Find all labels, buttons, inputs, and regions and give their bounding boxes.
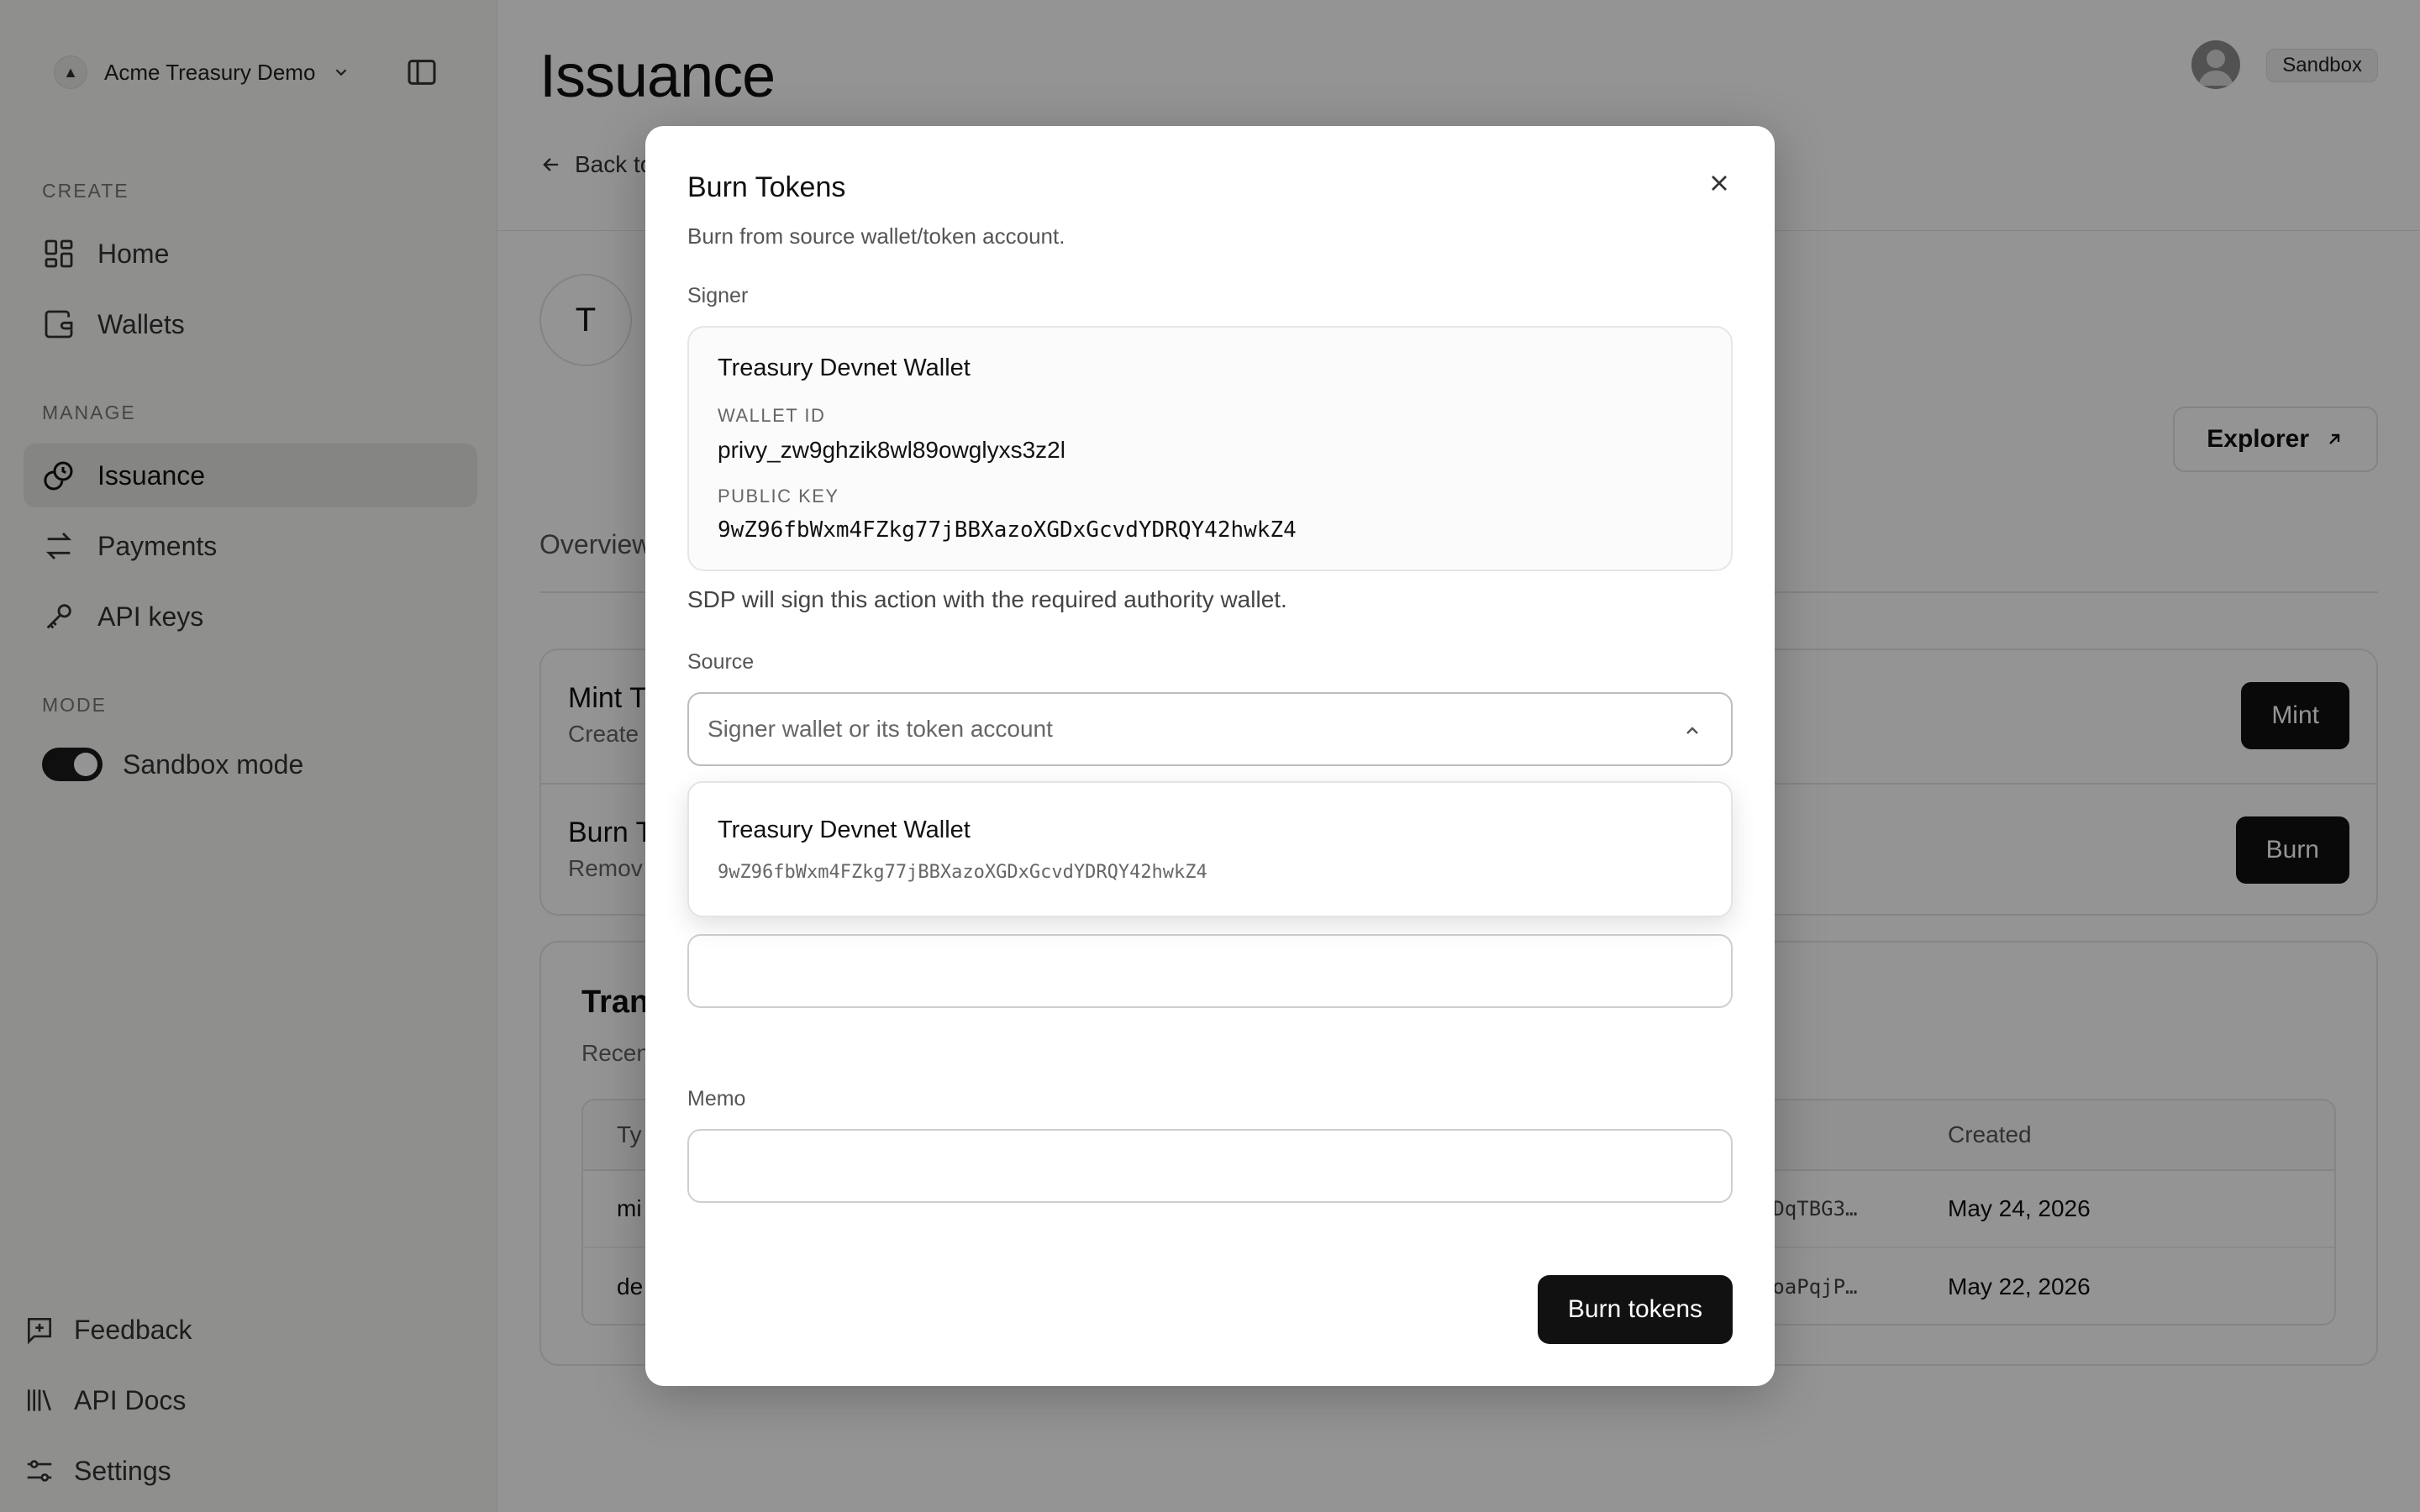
burn-tokens-dialog: Burn Tokens Burn from source wallet/toke… (645, 126, 1775, 1386)
burn-tokens-button[interactable]: Burn tokens (1537, 1275, 1733, 1344)
wallet-id-label: WALLET ID (718, 405, 826, 426)
signer-label: Signer (687, 284, 749, 307)
public-key-label: PUBLIC KEY (718, 486, 839, 507)
source-label: Source (687, 650, 755, 674)
source-select-placeholder: Signer wallet or its token account (708, 716, 1053, 742)
option-address: 9wZ96fbWxm4FZkg77jBBXazoXGDxGcvdYDRQY42h… (718, 862, 1207, 883)
close-icon[interactable] (1706, 170, 1733, 197)
wallet-id-value: privy_zw9ghzik8wl89owglyxs3z2l (718, 437, 1065, 463)
app-root: ▲ Acme Treasury Demo CREATE Home Wallets… (0, 0, 2420, 1512)
signer-card: Treasury Devnet Wallet WALLET ID privy_z… (687, 326, 1733, 571)
option-name: Treasury Devnet Wallet (718, 816, 971, 843)
signer-name: Treasury Devnet Wallet (718, 354, 971, 381)
chevron-up-icon (1686, 727, 1698, 734)
source-option-treasury-devnet-wallet[interactable]: Treasury Devnet Wallet 9wZ96fbWxm4FZkg77… (689, 783, 1731, 916)
amount-input[interactable] (687, 934, 1733, 1008)
signer-note: SDP will sign this action with the requi… (687, 586, 1287, 612)
source-dropdown: Treasury Devnet Wallet 9wZ96fbWxm4FZkg77… (687, 781, 1733, 917)
dialog-description: Burn from source wallet/token account. (687, 223, 1065, 249)
public-key-value: 9wZ96fbWxm4FZkg77jBBXazoXGDxGcvdYDRQY42h… (718, 517, 1297, 543)
memo-input[interactable] (687, 1129, 1733, 1203)
dialog-title: Burn Tokens (687, 171, 846, 203)
memo-label: Memo (687, 1087, 746, 1110)
source-select[interactable]: Signer wallet or its token account (687, 692, 1733, 766)
